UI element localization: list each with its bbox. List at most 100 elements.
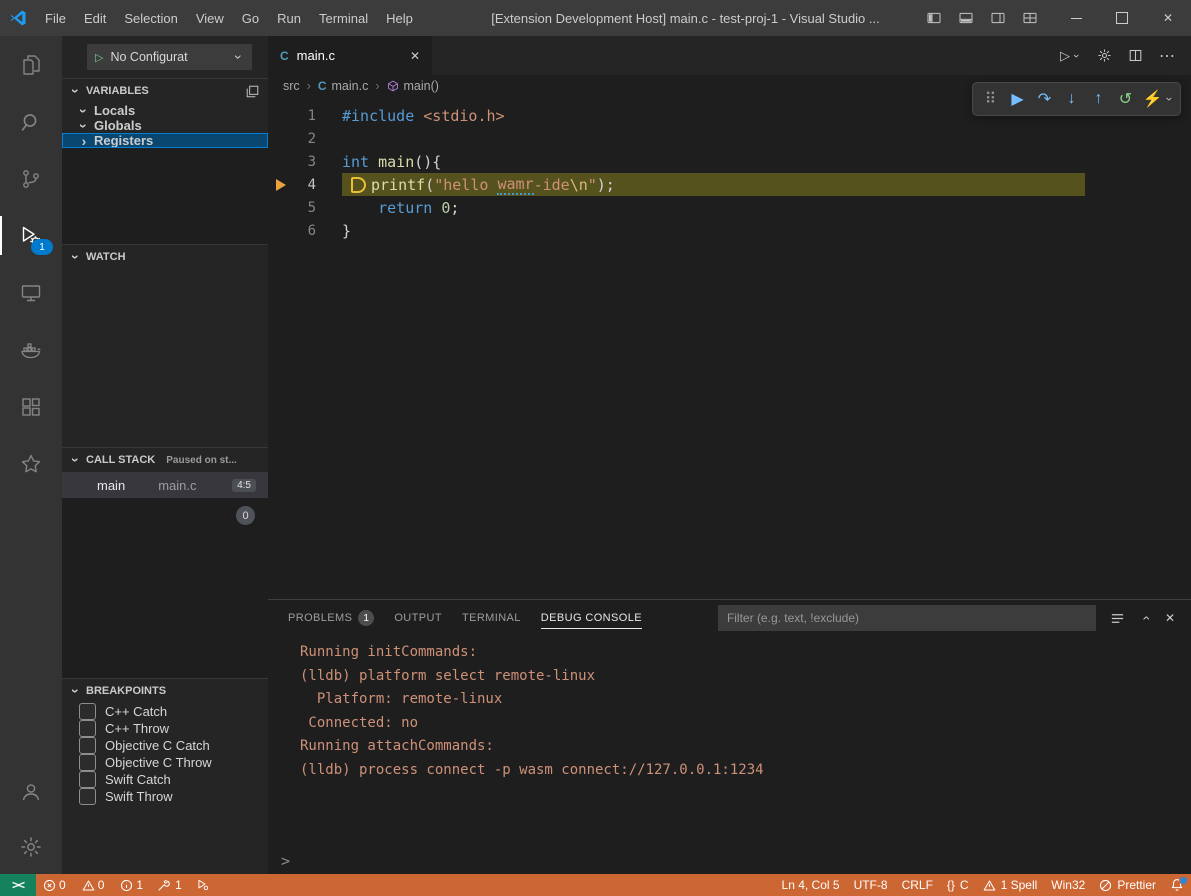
breakpoint-checkbox[interactable] xyxy=(79,737,96,754)
breadcrumb-file[interactable]: C main.c xyxy=(318,79,369,93)
variables-item-registers[interactable]: ›Registers xyxy=(62,133,268,148)
drag-handle-icon[interactable]: ⠿ xyxy=(977,86,1004,112)
code-editor[interactable]: 1#include <stdio.h>23int main(){4printf(… xyxy=(268,97,1191,599)
step-over-icon[interactable]: ↷ xyxy=(1031,86,1058,112)
gear-icon[interactable] xyxy=(1097,48,1112,63)
toggle-secondary-sidebar-icon[interactable] xyxy=(985,6,1011,30)
breadcrumb-symbol[interactable]: main() xyxy=(387,79,439,93)
continue-icon[interactable]: ▶ xyxy=(1004,86,1031,112)
breakpoint-row[interactable]: Objective C Throw xyxy=(62,754,268,771)
docker-icon[interactable] xyxy=(0,321,62,378)
start-debug-icon[interactable]: ▷ xyxy=(95,51,103,64)
breakpoint-row[interactable]: Objective C Catch xyxy=(62,737,268,754)
spell-checker-status[interactable]: 1 Spell xyxy=(976,874,1045,896)
notifications-bell-icon[interactable] xyxy=(1163,874,1191,896)
panel-tab-terminal[interactable]: TERMINAL xyxy=(462,608,521,629)
running-tasks-status[interactable]: 1 xyxy=(150,874,189,896)
menu-file[interactable]: File xyxy=(36,0,75,36)
toggle-panel-icon[interactable] xyxy=(953,6,979,30)
code-line-5[interactable]: 5 return 0; xyxy=(268,196,1191,219)
debug-session-icon[interactable] xyxy=(189,874,217,896)
vscode-window: FileEditSelectionViewGoRunTerminalHelp [… xyxy=(0,0,1191,896)
split-editor-icon[interactable] xyxy=(1128,48,1143,63)
maximize-button[interactable] xyxy=(1099,0,1145,36)
menu-view[interactable]: View xyxy=(187,0,233,36)
code-line-2[interactable]: 2 xyxy=(268,127,1191,150)
platform-target[interactable]: Win32 xyxy=(1044,874,1092,896)
breakpoint-checkbox[interactable] xyxy=(79,788,96,805)
watch-section-header[interactable]: › WATCH xyxy=(62,244,268,269)
star-icon[interactable] xyxy=(0,435,62,492)
restart-icon[interactable]: ↺ xyxy=(1112,86,1139,112)
menu-run[interactable]: Run xyxy=(268,0,310,36)
run-and-debug-icon[interactable]: 1 xyxy=(0,207,62,264)
breakpoint-label: C++ Throw xyxy=(105,721,169,736)
menu-selection[interactable]: Selection xyxy=(115,0,186,36)
menu-help[interactable]: Help xyxy=(377,0,422,36)
cursor-position[interactable]: Ln 4, Col 5 xyxy=(775,874,847,896)
variables-item-locals[interactable]: ›Locals xyxy=(62,103,268,118)
panel-tab-problems[interactable]: PROBLEMS1 xyxy=(288,608,374,629)
tab-close-icon[interactable]: ✕ xyxy=(410,49,420,63)
customize-layout-icon[interactable] xyxy=(1017,6,1043,30)
remote-indicator[interactable]: >< xyxy=(0,874,36,896)
breakpoints-section-header[interactable]: › BREAKPOINTS xyxy=(62,678,268,703)
menu-go[interactable]: Go xyxy=(233,0,268,36)
formatter-status[interactable]: Prettier xyxy=(1092,874,1163,896)
problems-status[interactable]: 0 0 1 xyxy=(36,874,150,896)
section-actions-icon[interactable] xyxy=(246,85,259,98)
explorer-icon[interactable] xyxy=(0,36,62,93)
source-control-icon[interactable] xyxy=(0,150,62,207)
output-actions-icon[interactable] xyxy=(1110,611,1125,626)
breakpoint-row[interactable]: Swift Catch xyxy=(62,771,268,788)
step-out-icon[interactable]: ↑ xyxy=(1085,86,1112,112)
panel-tab-debug-console[interactable]: DEBUG CONSOLE xyxy=(541,608,642,629)
close-button[interactable]: ✕ xyxy=(1145,0,1191,36)
breakpoint-label: Swift Catch xyxy=(105,772,171,787)
code-line-6[interactable]: 6} xyxy=(268,219,1191,242)
menu-edit[interactable]: Edit xyxy=(75,0,115,36)
breadcrumb-folder[interactable]: src xyxy=(283,79,300,93)
stack-frame-row[interactable]: main main.c 4:5 xyxy=(62,472,268,498)
search-icon[interactable] xyxy=(0,93,62,150)
minimize-button[interactable] xyxy=(1053,0,1099,36)
config-dropdown[interactable]: ▷ No Configurat › xyxy=(87,44,252,70)
breakpoint-row[interactable]: C++ Catch xyxy=(62,703,268,720)
variables-item-globals[interactable]: ›Globals xyxy=(62,118,268,133)
maximize-panel-icon[interactable]: › xyxy=(1140,613,1150,623)
code-line-3[interactable]: 3int main(){ xyxy=(268,150,1191,173)
breakpoint-row[interactable]: C++ Throw xyxy=(62,720,268,737)
console-filter-input[interactable] xyxy=(718,605,1096,631)
accounts-icon[interactable] xyxy=(0,764,62,819)
breakpoint-checkbox[interactable] xyxy=(79,720,96,737)
breakpoint-checkbox[interactable] xyxy=(79,754,96,771)
menu-terminal[interactable]: Terminal xyxy=(310,0,377,36)
panel-tab-output[interactable]: OUTPUT xyxy=(394,608,442,629)
breakpoint-checkbox[interactable] xyxy=(79,771,96,788)
breakpoint-row[interactable]: Swift Throw xyxy=(62,788,268,805)
debug-console-input[interactable]: > xyxy=(268,848,1191,874)
toggle-sidebar-icon[interactable] xyxy=(921,6,947,30)
tools-icon xyxy=(157,879,170,892)
line-text: printf("hello wamr-ide\n"); xyxy=(342,173,1085,196)
code-line-4[interactable]: 4printf("hello wamr-ide\n"); xyxy=(268,173,1191,196)
variables-section-header[interactable]: › VARIABLES xyxy=(62,78,268,103)
more-actions-icon[interactable]: ⋯ xyxy=(1159,46,1175,66)
encoding[interactable]: UTF-8 xyxy=(847,874,895,896)
glyph-margin[interactable] xyxy=(268,179,294,191)
callstack-section-header[interactable]: › CALL STACK Paused on st... xyxy=(62,447,268,472)
extensions-icon[interactable] xyxy=(0,378,62,435)
remote-explorer-icon[interactable] xyxy=(0,264,62,321)
eol-sequence[interactable]: CRLF xyxy=(895,874,940,896)
close-panel-icon[interactable]: ✕ xyxy=(1165,611,1175,625)
breakpoint-checkbox[interactable] xyxy=(79,703,96,720)
session-picker-chevron-icon[interactable]: › xyxy=(1157,93,1183,106)
language-mode[interactable]: {} C xyxy=(940,874,976,896)
settings-gear-icon[interactable] xyxy=(0,819,62,874)
step-into-icon[interactable]: ↓ xyxy=(1058,86,1085,112)
window-title: [Extension Development Host] main.c - te… xyxy=(430,11,941,26)
error-icon xyxy=(43,879,56,892)
menubar: FileEditSelectionViewGoRunTerminalHelp xyxy=(36,0,422,36)
tab-main-c[interactable]: C main.c ✕ xyxy=(268,36,432,75)
run-file-button[interactable]: ▷› xyxy=(1060,48,1081,64)
